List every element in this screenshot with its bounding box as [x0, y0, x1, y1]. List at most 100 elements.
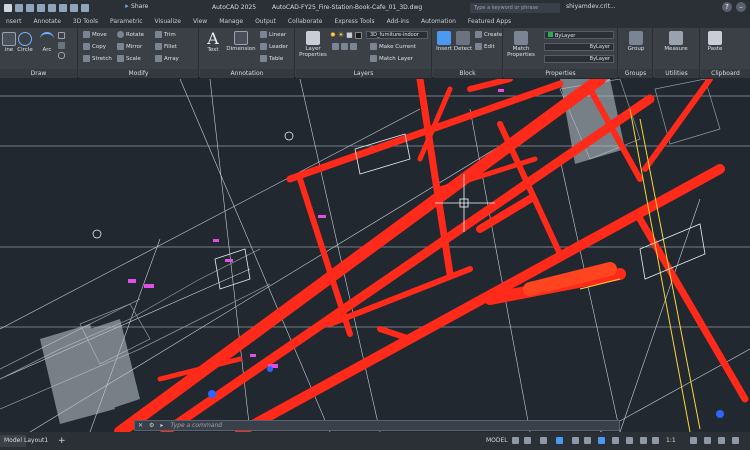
match-properties-button[interactable]: Match Properties [506, 31, 536, 58]
draw-panel-label[interactable]: Draw [0, 69, 77, 78]
layers-panel-label[interactable]: Layers [296, 69, 431, 78]
help-icon[interactable]: ? [722, 2, 732, 12]
tab-express-tools[interactable]: Express Tools [328, 16, 380, 28]
group-label: Group [627, 46, 645, 52]
layer-tools-row[interactable] [332, 43, 357, 50]
tab-3d-tools[interactable]: 3D Tools [67, 16, 104, 28]
rotate-button[interactable]: Rotate [117, 31, 144, 38]
copy-button[interactable]: Copy [83, 43, 106, 50]
insert-button[interactable]: Insert [435, 31, 453, 52]
circle-button[interactable]: Circle [14, 32, 36, 53]
color-dropdown[interactable]: ByLayer [544, 31, 614, 39]
block-panel-label[interactable]: Block [433, 69, 502, 78]
hatch-button[interactable] [58, 42, 65, 49]
model-space-indicator[interactable]: MODEL [482, 435, 512, 447]
table-button[interactable]: Table [260, 55, 283, 62]
annotation-panel-label[interactable]: Annotation [200, 69, 294, 78]
match-layer-button[interactable]: Match Layer [370, 55, 413, 62]
stretch-button[interactable]: Stretch [83, 55, 112, 62]
circle-icon [18, 32, 32, 46]
scale-button[interactable]: Scale [117, 55, 141, 62]
measure-button[interactable]: Measure [656, 31, 696, 52]
tab-add-ins[interactable]: Add-ins [381, 16, 415, 28]
print-icon[interactable] [59, 4, 67, 12]
tab-annotate[interactable]: Annotate [27, 16, 66, 28]
leader-button[interactable]: Leader [260, 43, 288, 50]
snap-icon[interactable] [524, 437, 531, 444]
move-button[interactable]: Move [83, 31, 107, 38]
make-current-label: Make Current [379, 43, 416, 50]
edit-block-button[interactable]: Edit [475, 43, 495, 50]
modify-panel-label[interactable]: Modify [79, 69, 198, 78]
clipboard-panel-label[interactable]: Clipboard [701, 69, 750, 78]
lineweight-icon[interactable] [612, 437, 619, 444]
annotation-scale[interactable]: 1:1 [662, 435, 680, 447]
groups-panel-label[interactable]: Groups [619, 69, 652, 78]
dimension-button[interactable]: Dimension [226, 31, 256, 52]
save-as-icon[interactable] [48, 4, 56, 12]
tab-view[interactable]: View [187, 16, 213, 28]
command-input[interactable]: Type a command [170, 422, 222, 429]
workspace-gear-icon[interactable] [690, 437, 697, 444]
new-file-icon[interactable] [15, 4, 23, 12]
text-button[interactable]: A Text [204, 31, 222, 54]
array-button[interactable]: Array [155, 55, 179, 62]
annotation-monitor-icon[interactable] [704, 437, 711, 444]
transparency-icon[interactable] [626, 437, 633, 444]
properties-panel-label[interactable]: Properties [504, 69, 617, 78]
tab-collaborate[interactable]: Collaborate [282, 16, 329, 28]
layer-state-icons[interactable]: ✹ ☀ ■ [330, 31, 362, 39]
object-snap-icon[interactable] [598, 437, 605, 444]
share-button[interactable]: ➤ Share [124, 3, 148, 10]
group-button[interactable]: Group [621, 31, 651, 52]
customize-command-icon[interactable]: ⚙ [149, 422, 154, 429]
polygon-button[interactable] [58, 52, 65, 59]
fillet-button[interactable]: Fillet [155, 43, 177, 50]
user-account[interactable]: shiyamdev.crit... [566, 3, 616, 10]
tab-nsert[interactable]: nsert [0, 16, 27, 28]
grid-icon[interactable] [512, 437, 519, 444]
close-command-icon[interactable]: ✕ [138, 422, 143, 429]
object-snap-tracking-icon[interactable] [584, 437, 591, 444]
customize-menu-icon[interactable] [732, 437, 739, 444]
add-layout-tab[interactable]: + [54, 435, 70, 447]
open-file-icon[interactable] [26, 4, 34, 12]
command-line[interactable]: ✕ ⚙ ▸ Type a command [134, 420, 620, 431]
trim-button[interactable]: Trim [155, 31, 176, 38]
redo-icon[interactable] [81, 4, 89, 12]
layout1-tab[interactable]: Layout1 [20, 435, 52, 447]
search-input[interactable]: Type a keyword or phrase [470, 3, 560, 13]
undo-icon[interactable] [70, 4, 78, 12]
tab-automation[interactable]: Automation [415, 16, 462, 28]
ortho-icon[interactable] [540, 437, 547, 444]
layer-dropdown[interactable]: 3D_furniture-indoor [366, 31, 428, 39]
lineweight-dropdown[interactable]: ByLayer [544, 55, 614, 63]
tab-output[interactable]: Output [249, 16, 282, 28]
paste-button[interactable]: Paste [703, 31, 727, 52]
create-block-button[interactable]: Create [475, 31, 502, 38]
app-menu-icon[interactable] [4, 4, 12, 12]
isodraft-icon[interactable] [572, 437, 579, 444]
rectangle-button[interactable] [58, 32, 65, 39]
polar-icon[interactable] [556, 437, 563, 444]
arc-button[interactable]: Arc [38, 32, 56, 53]
minimize-icon[interactable]: – [736, 2, 746, 12]
drawing-svg[interactable] [0, 79, 750, 432]
tab-featured-apps[interactable]: Featured Apps [462, 16, 517, 28]
tab-manage[interactable]: Manage [213, 16, 249, 28]
tab-parametric[interactable]: Parametric [104, 16, 149, 28]
selection-cycling-icon[interactable] [640, 437, 647, 444]
annotation-visibility-icon[interactable] [652, 437, 659, 444]
layer-properties-button[interactable]: Layer Properties [298, 31, 328, 58]
drawing-canvas[interactable] [0, 79, 750, 432]
isolate-objects-icon[interactable] [718, 437, 725, 444]
linetype-dropdown[interactable]: ByLayer [544, 43, 614, 51]
save-icon[interactable] [37, 4, 45, 12]
share-icon: ➤ [124, 3, 130, 10]
linear-dim-button[interactable]: Linear [260, 31, 286, 38]
make-current-button[interactable]: Make Current [370, 43, 416, 50]
tab-visualize[interactable]: Visualize [149, 16, 187, 28]
utilities-panel-label[interactable]: Utilities [654, 69, 699, 78]
detect-button[interactable]: Detect [453, 31, 473, 52]
mirror-button[interactable]: Mirror [117, 43, 142, 50]
